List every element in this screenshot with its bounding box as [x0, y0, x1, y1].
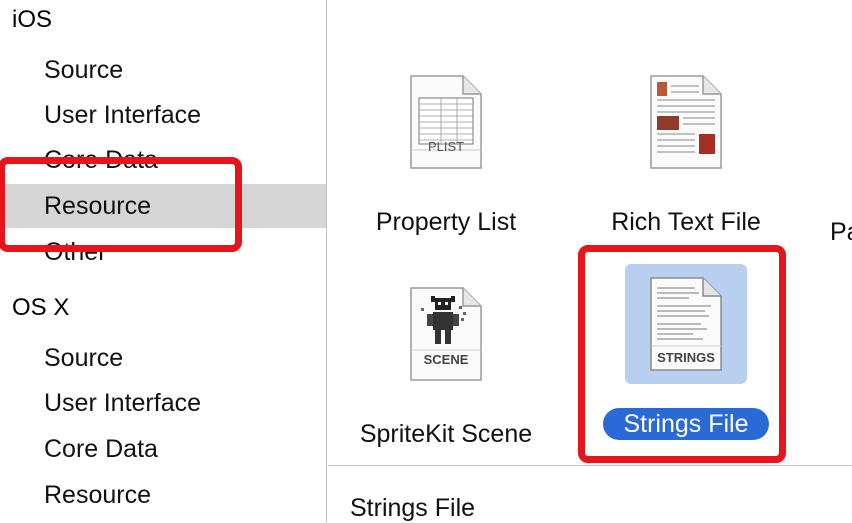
details-divider — [328, 465, 852, 466]
template-category-sidebar: iOS Source User Interface Core Data Reso… — [0, 0, 327, 522]
file-type-badge: STRINGS — [657, 350, 715, 365]
sidebar-item-label: User Interface — [44, 101, 202, 129]
template-strings-file[interactable]: STRINGS Strings File — [576, 254, 796, 444]
template-label-selected: Strings File — [576, 408, 796, 440]
sidebar-item-ios-user-interface[interactable]: User Interface — [0, 93, 326, 137]
sidebar-item-label: Core Data — [44, 146, 158, 174]
plist-file-icon — [410, 75, 482, 169]
template-spritekit-scene[interactable]: SCENE SpriteKit Scene — [336, 264, 556, 454]
sidebar-item-ios-resource[interactable]: Resource — [0, 184, 326, 228]
sidebar-item-label: Source — [44, 56, 124, 84]
file-type-badge: SCENE — [423, 352, 469, 367]
selected-label-pill: Strings File — [603, 408, 769, 440]
section-title-osx: OS X — [12, 294, 70, 321]
sidebar-item-ios-other[interactable]: Other — [0, 230, 326, 274]
template-label: Rich Text File — [611, 208, 761, 236]
sidebar-item-osx-resource[interactable]: Resource — [0, 473, 326, 517]
sidebar-item-osx-core-data[interactable]: Core Data — [0, 427, 326, 471]
sidebar-item-label: Source — [44, 344, 124, 372]
template-rich-text-file[interactable]: Rich Text File — [576, 52, 796, 242]
spritekit-scene-file-icon — [410, 287, 482, 381]
sidebar-item-label: Other — [44, 238, 107, 266]
sidebar-item-label: Resource — [44, 192, 151, 220]
sidebar-item-ios-core-data[interactable]: Core Data — [0, 138, 326, 182]
sidebar-item-osx-source[interactable]: Source — [0, 336, 326, 380]
sidebar-item-label: Resource — [44, 481, 151, 509]
sidebar-item-label: User Interface — [44, 389, 202, 417]
template-property-list[interactable]: PLIST Property List — [336, 52, 556, 242]
sidebar-item-ios-source[interactable]: Source — [0, 48, 326, 92]
template-details-title: Strings File — [350, 494, 476, 522]
partial-template-label: Pa — [830, 218, 852, 246]
template-grid: PLIST Property List Rich Text File SCENE… — [328, 0, 852, 522]
sidebar-item-label: Core Data — [44, 435, 158, 463]
file-type-badge: PLIST — [427, 139, 465, 154]
section-title-ios: iOS — [12, 6, 53, 33]
template-label: Property List — [375, 208, 517, 236]
sidebar-item-osx-user-interface[interactable]: User Interface — [0, 381, 326, 425]
rich-text-file-icon — [650, 75, 722, 169]
template-label: SpriteKit Scene — [359, 420, 533, 448]
